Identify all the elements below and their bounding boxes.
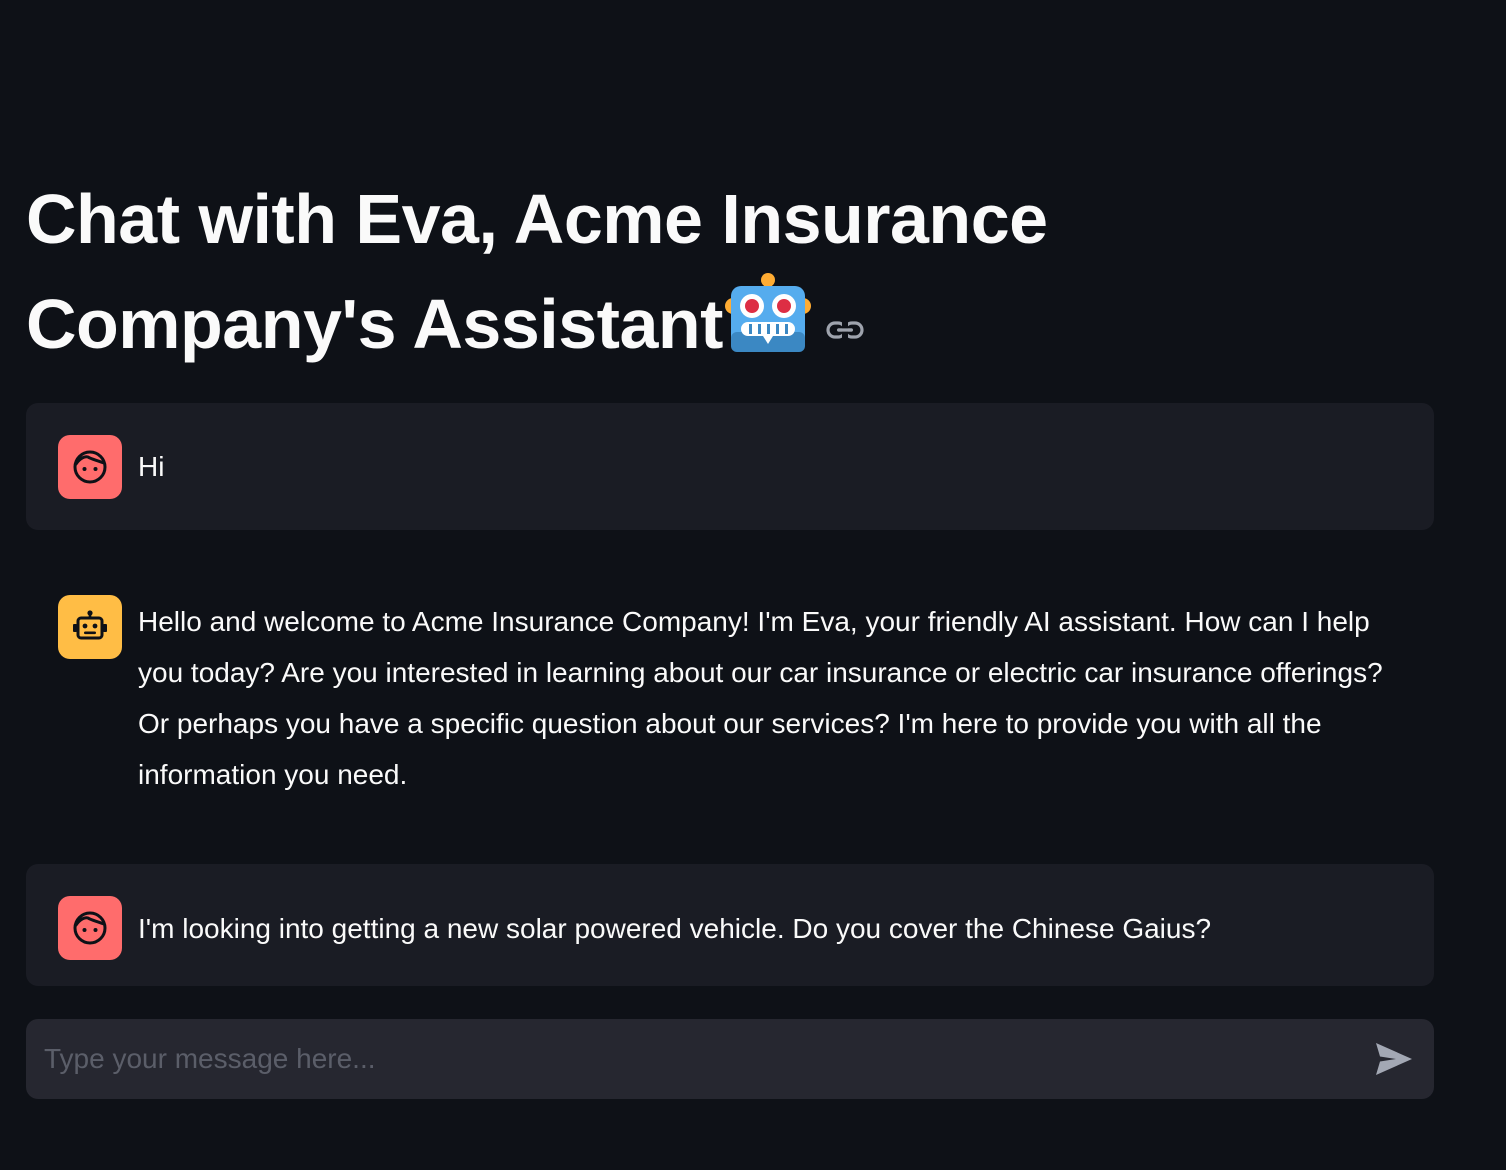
message-text: I'm looking into getting a new solar pow… bbox=[138, 913, 1212, 944]
bot-icon bbox=[73, 610, 107, 640]
send-button[interactable] bbox=[1372, 1039, 1416, 1079]
send-icon bbox=[1376, 1043, 1412, 1075]
link-icon[interactable] bbox=[825, 318, 865, 342]
user-avatar bbox=[58, 435, 122, 499]
user-avatar bbox=[58, 896, 122, 960]
chat-message-user: Hi bbox=[26, 403, 1434, 530]
chat-message-assistant: Hello and welcome to Acme Insurance Comp… bbox=[26, 568, 1434, 818]
chat-input-container bbox=[26, 1019, 1434, 1099]
user-face-icon bbox=[73, 911, 107, 945]
chat-input[interactable] bbox=[26, 1019, 1346, 1099]
page-title: Chat with Eva, Acme Insurance Company's … bbox=[26, 168, 1326, 375]
page-title-text: Chat with Eva, Acme Insurance Company's … bbox=[26, 180, 1048, 363]
message-text: Hi bbox=[138, 451, 165, 482]
robot-emoji-icon bbox=[724, 270, 811, 354]
assistant-avatar bbox=[58, 595, 122, 659]
user-face-icon bbox=[73, 450, 107, 484]
message-text: Hello and welcome to Acme Insurance Comp… bbox=[138, 606, 1383, 790]
chat-message-user: I'm looking into getting a new solar pow… bbox=[26, 864, 1434, 986]
